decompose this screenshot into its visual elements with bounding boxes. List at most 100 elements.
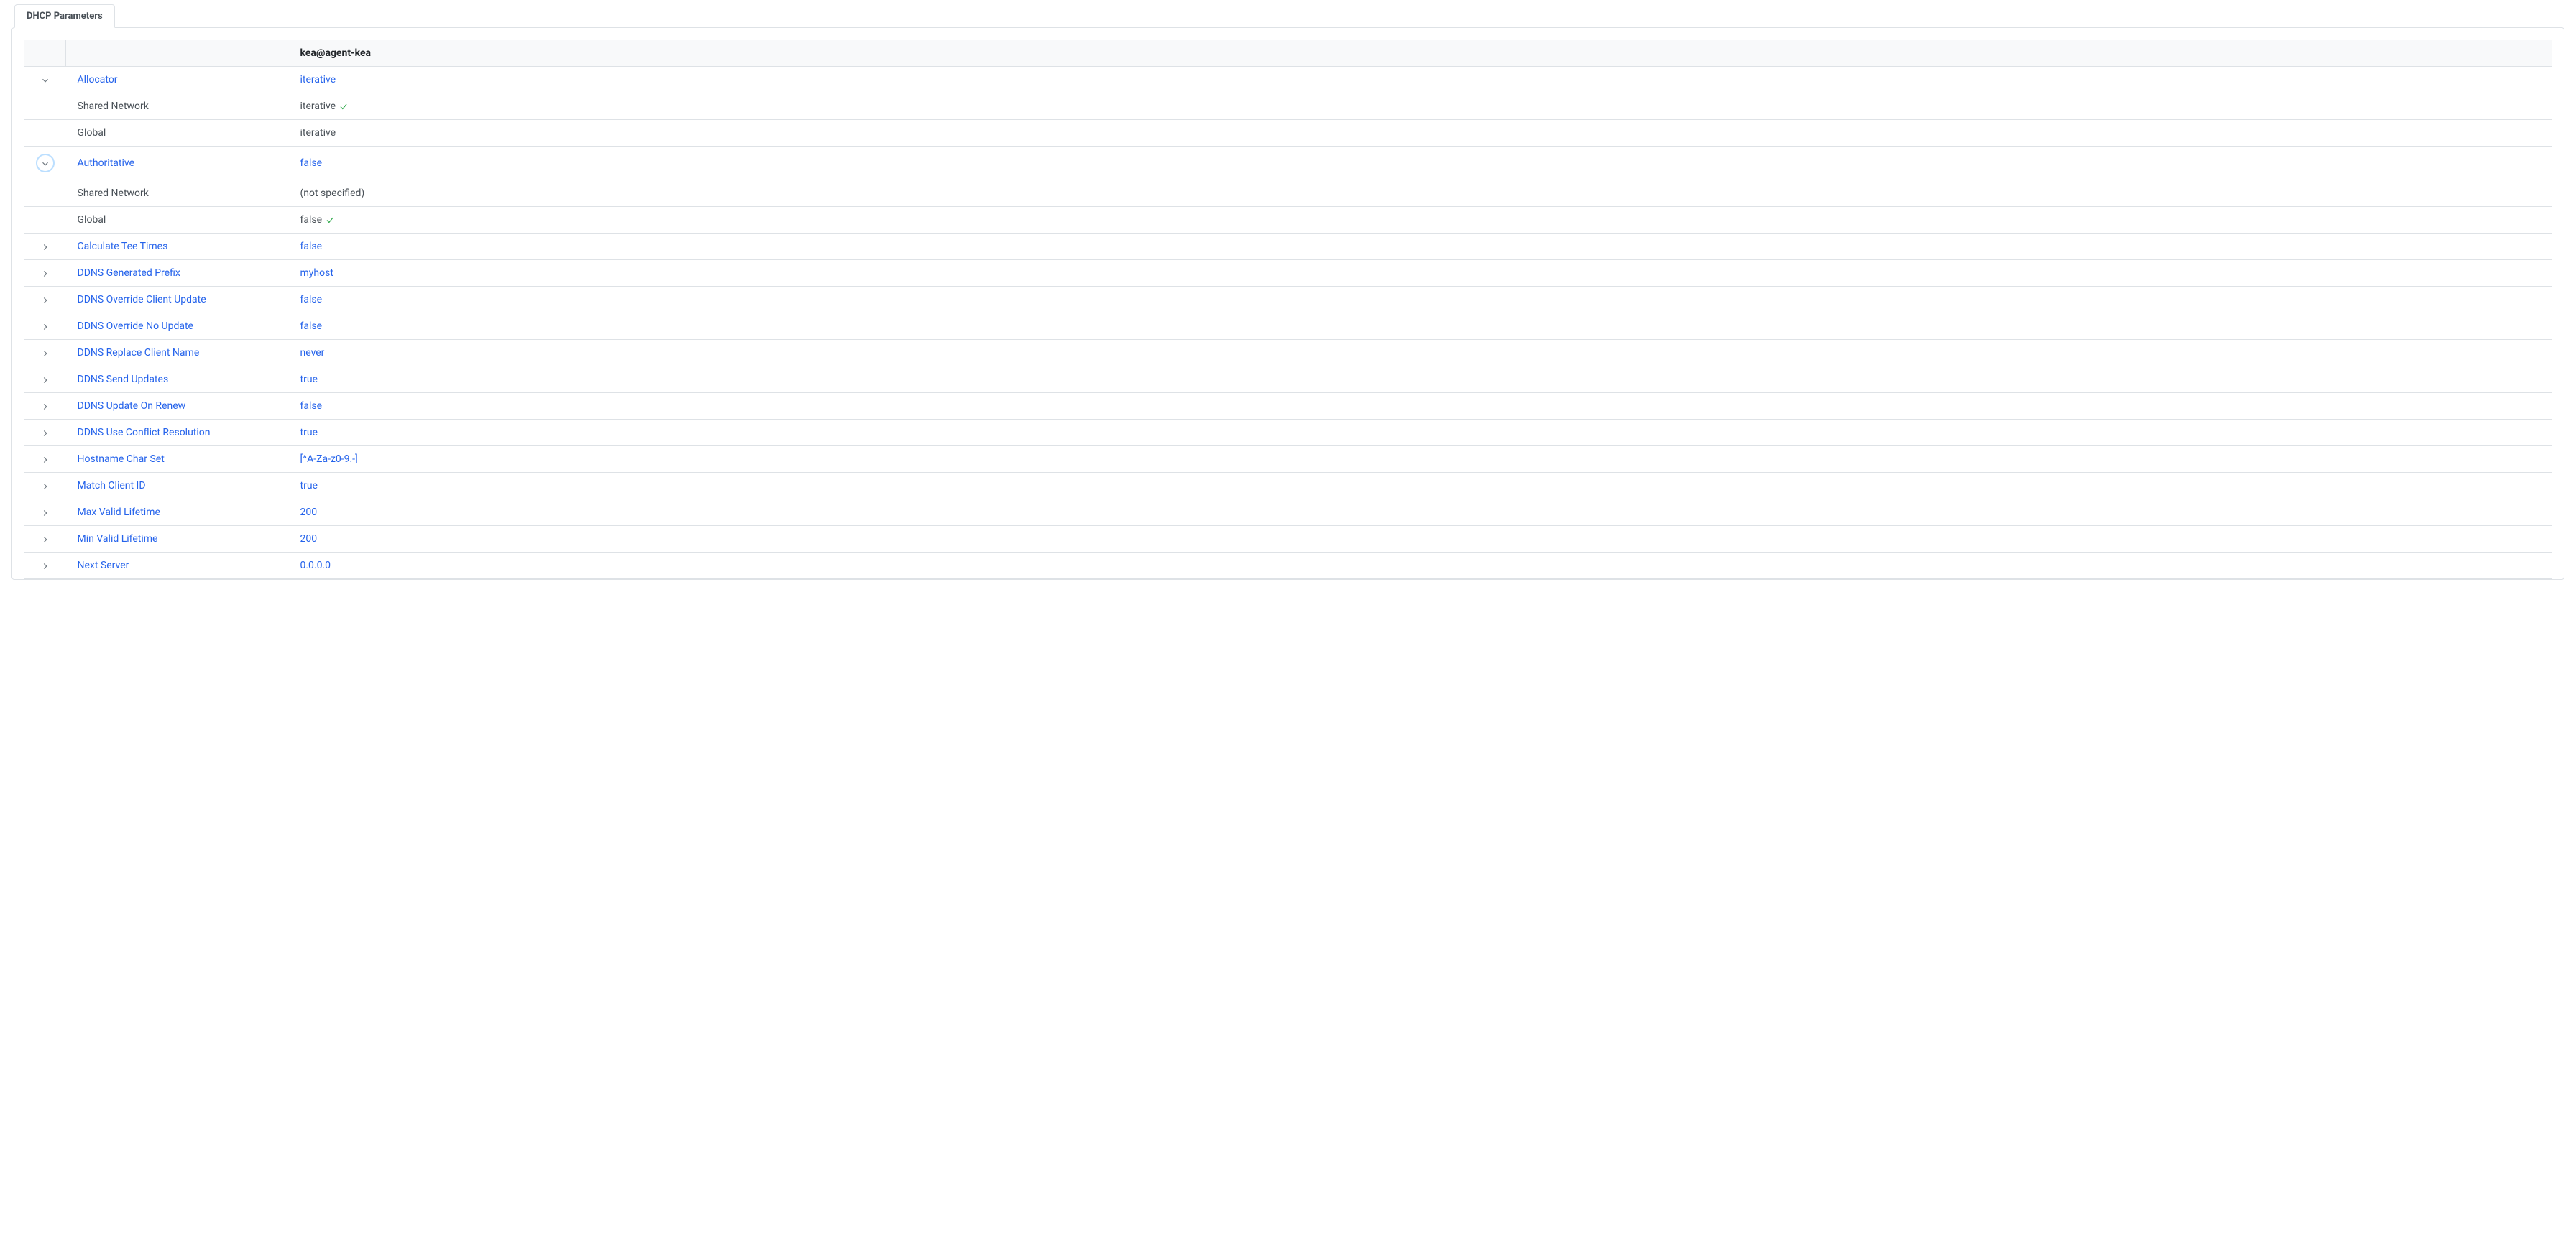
collapse-toggle[interactable] <box>24 147 66 180</box>
tab-dhcp-parameters[interactable]: DHCP Parameters <box>14 4 115 28</box>
check-icon <box>339 101 349 111</box>
expand-toggle[interactable] <box>24 553 66 579</box>
param-value-link[interactable]: true <box>300 480 318 491</box>
param-name: DDNS Update On Renew <box>66 393 289 420</box>
child-param-value: false <box>289 207 2552 234</box>
collapse-toggle[interactable] <box>24 67 66 93</box>
child-param-value-text: iterative <box>300 101 336 112</box>
table-row: Next Server 0.0.0.0 <box>24 553 2552 579</box>
child-spacer <box>24 120 66 147</box>
table-child-row: Shared Network (not specified) <box>24 180 2552 207</box>
table-row: DDNS Override No Update false <box>24 313 2552 340</box>
param-value-link[interactable]: false <box>300 320 323 332</box>
expand-toggle[interactable] <box>24 499 66 526</box>
param-value: false <box>289 147 2552 180</box>
param-name-link[interactable]: Next Server <box>78 560 129 571</box>
param-value-link[interactable]: false <box>300 157 323 169</box>
check-icon <box>325 215 335 225</box>
param-name-link[interactable]: Allocator <box>78 74 118 86</box>
param-name: Allocator <box>66 67 289 93</box>
param-name: Hostname Char Set <box>66 446 289 473</box>
param-value-link[interactable]: iterative <box>300 74 336 86</box>
param-name: DDNS Generated Prefix <box>66 260 289 287</box>
param-value: false <box>289 313 2552 340</box>
param-name-link[interactable]: DDNS Update On Renew <box>78 400 186 412</box>
table-row: Calculate Tee Times false <box>24 234 2552 260</box>
param-name-link[interactable]: DDNS Replace Client Name <box>78 347 200 359</box>
param-value-link[interactable]: true <box>300 374 318 385</box>
child-param-value: iterative <box>289 120 2552 147</box>
param-name-link[interactable]: DDNS Override Client Update <box>78 294 206 305</box>
expand-toggle[interactable] <box>24 473 66 499</box>
param-name: Max Valid Lifetime <box>66 499 289 526</box>
dhcp-parameters-panel: kea@agent-kea AllocatoriterativeShared N… <box>12 27 2564 580</box>
param-value: true <box>289 420 2552 446</box>
param-name: DDNS Use Conflict Resolution <box>66 420 289 446</box>
param-value: true <box>289 473 2552 499</box>
child-param-name: Shared Network <box>66 93 289 120</box>
table-row: Max Valid Lifetime 200 <box>24 499 2552 526</box>
param-name-link[interactable]: DDNS Use Conflict Resolution <box>78 427 211 438</box>
param-name-link[interactable]: Authoritative <box>78 157 135 169</box>
param-name: Min Valid Lifetime <box>66 526 289 553</box>
param-value-link[interactable]: 200 <box>300 507 318 518</box>
param-name-link[interactable]: DDNS Override No Update <box>78 320 193 332</box>
param-value-link[interactable]: [^A-Za-z0-9.-] <box>300 453 358 465</box>
param-name-link[interactable]: Max Valid Lifetime <box>78 507 160 518</box>
expand-toggle[interactable] <box>24 393 66 420</box>
table-row: DDNS Replace Client Name never <box>24 340 2552 366</box>
param-value-link[interactable]: false <box>300 400 323 412</box>
param-name: DDNS Override No Update <box>66 313 289 340</box>
expand-toggle[interactable] <box>24 366 66 393</box>
child-param-value: iterative <box>289 93 2552 120</box>
param-name: DDNS Override Client Update <box>66 287 289 313</box>
param-value: false <box>289 393 2552 420</box>
param-value-link[interactable]: myhost <box>300 267 334 279</box>
expand-toggle[interactable] <box>24 260 66 287</box>
param-name-link[interactable]: Calculate Tee Times <box>78 241 168 252</box>
param-name: Match Client ID <box>66 473 289 499</box>
param-value-link[interactable]: 200 <box>300 533 318 545</box>
param-name: Calculate Tee Times <box>66 234 289 260</box>
param-name-link[interactable]: Hostname Char Set <box>78 453 165 465</box>
table-row: Hostname Char Set [^A-Za-z0-9.-] <box>24 446 2552 473</box>
expand-toggle[interactable] <box>24 234 66 260</box>
child-param-name: Global <box>66 120 289 147</box>
expand-toggle[interactable] <box>24 313 66 340</box>
table-child-row: Global iterative <box>24 120 2552 147</box>
expand-toggle[interactable] <box>24 420 66 446</box>
table-child-row: Shared Network iterative <box>24 93 2552 120</box>
param-value-link[interactable]: true <box>300 427 318 438</box>
expand-toggle[interactable] <box>24 287 66 313</box>
param-name-link[interactable]: Min Valid Lifetime <box>78 533 158 545</box>
param-name-link[interactable]: DDNS Generated Prefix <box>78 267 180 279</box>
param-value-link[interactable]: false <box>300 241 323 252</box>
child-param-value-text: iterative <box>300 127 336 139</box>
table-row: DDNS Send Updates true <box>24 366 2552 393</box>
expand-toggle[interactable] <box>24 526 66 553</box>
param-value-link[interactable]: never <box>300 347 325 359</box>
child-spacer <box>24 207 66 234</box>
param-name-link[interactable]: Match Client ID <box>78 480 146 491</box>
child-spacer <box>24 93 66 120</box>
child-spacer <box>24 180 66 207</box>
table-row: Authoritative false <box>24 147 2552 180</box>
expand-toggle[interactable] <box>24 340 66 366</box>
param-name: Next Server <box>66 553 289 579</box>
table-row: Match Client ID true <box>24 473 2552 499</box>
param-name: Authoritative <box>66 147 289 180</box>
table-row: DDNS Update On Renew false <box>24 393 2552 420</box>
param-value: 200 <box>289 499 2552 526</box>
param-value-link[interactable]: 0.0.0.0 <box>300 560 331 571</box>
param-value-link[interactable]: false <box>300 294 323 305</box>
param-value: [^A-Za-z0-9.-] <box>289 446 2552 473</box>
param-name-link[interactable]: DDNS Send Updates <box>78 374 169 385</box>
child-param-value-text: (not specified) <box>300 188 365 199</box>
expand-toggle[interactable] <box>24 446 66 473</box>
param-value: false <box>289 234 2552 260</box>
child-param-name: Shared Network <box>66 180 289 207</box>
focused-toggle[interactable] <box>36 154 55 172</box>
table-row: DDNS Use Conflict Resolution true <box>24 420 2552 446</box>
param-value: true <box>289 366 2552 393</box>
param-value: 200 <box>289 526 2552 553</box>
